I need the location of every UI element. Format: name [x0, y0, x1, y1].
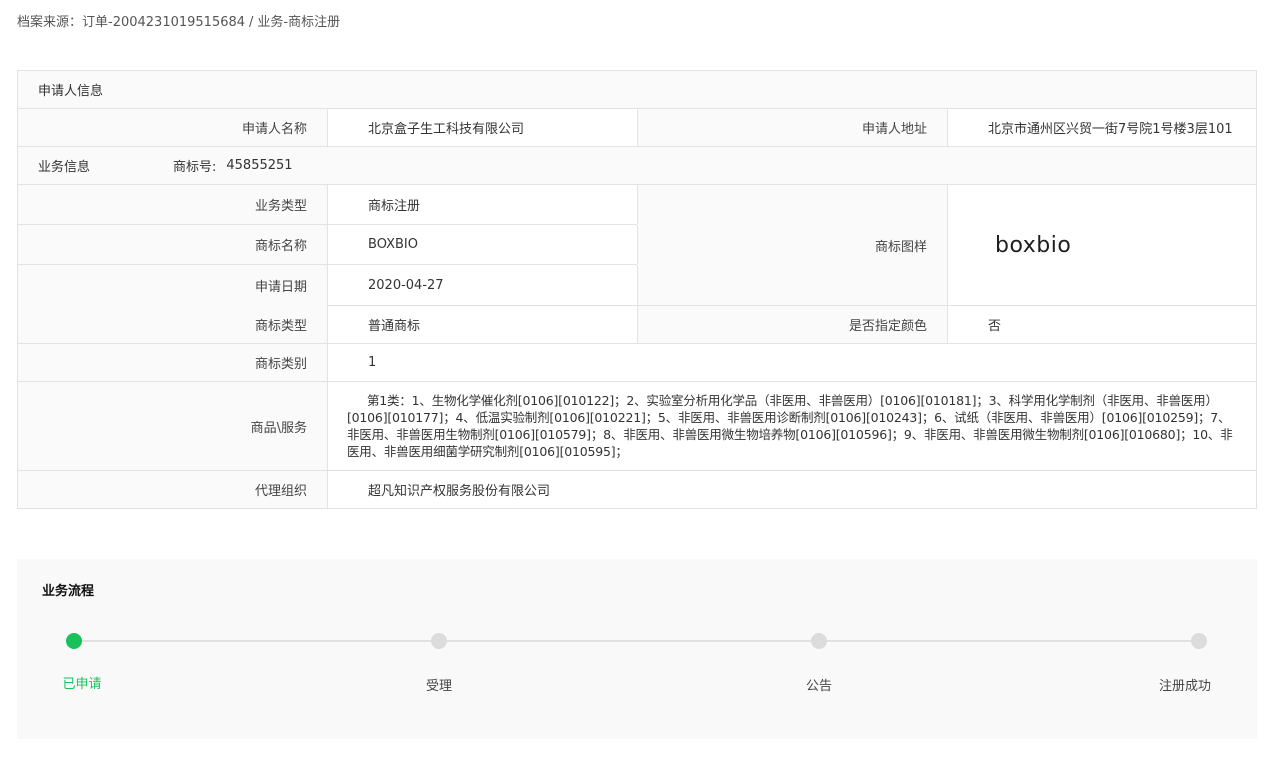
trademark-image-label: 商标图样 [638, 185, 948, 305]
goods-services-value: 第1类：1、生物化学催化剂[0106][010122]；2、实验室分析用化学品（… [347, 393, 1233, 459]
breadcrumb: 档案来源：订单-2004231019515684 /业务-商标注册 [17, 13, 340, 33]
business-process-panel: 业务流程 已申请 受理 公告 注册成功 [17, 559, 1257, 739]
goods-services-row: 商品\服务 第1类：1、生物化学催化剂[0106][010122]；2、实验室分… [18, 382, 1256, 471]
breadcrumb-order[interactable]: 档案来源：订单-2004231019515684 [17, 15, 245, 30]
process-track [74, 640, 1200, 642]
applicant-name-label: 申请人名称 [18, 109, 328, 146]
step-dot-accepted [431, 633, 447, 649]
trademark-number-label: 商标号: [173, 160, 217, 175]
goods-services-label: 商品\服务 [18, 382, 328, 470]
agent-row: 代理组织 超凡知识产权服务股份有限公司 [18, 471, 1256, 508]
trademark-number-value: 45855251 [226, 158, 293, 173]
info-table: 申请人信息 申请人名称 北京盒子生工科技有限公司 申请人地址 北京市通州区兴贸一… [17, 70, 1257, 509]
step-label-accepted: 受理 [425, 679, 452, 694]
process-title: 业务流程 [42, 584, 95, 599]
applicant-section-title: 申请人信息 [38, 84, 104, 99]
trademark-kind-label: 商标类型 [18, 306, 328, 343]
trademark-category-value: 1 [368, 355, 377, 370]
step-label-registered: 注册成功 [1158, 679, 1211, 694]
breadcrumb-business: 业务-商标注册 [257, 15, 341, 30]
trademark-kind-row: 商标类型 普通商标 是否指定颜色 否 [18, 306, 1256, 344]
business-type-label: 业务类型 [18, 185, 328, 224]
breadcrumb-separator: / [249, 15, 254, 30]
business-type-value: 商标注册 [328, 185, 638, 224]
applicant-address-label: 申请人地址 [638, 109, 948, 146]
apply-date-row: 申请日期 2020-04-27 [18, 265, 638, 306]
agent-value: 超凡知识产权服务股份有限公司 [368, 484, 551, 499]
apply-date-label: 申请日期 [18, 265, 328, 306]
color-specified-value: 否 [988, 319, 1002, 334]
trademark-logo-image: boxbio [948, 185, 1256, 305]
step-label-applied: 已申请 [62, 677, 102, 692]
step-label-announced: 公告 [805, 679, 832, 694]
trademark-kind-value: 普通商标 [328, 306, 638, 343]
applicant-section-header: 申请人信息 [18, 71, 1256, 109]
trademark-name-row: 商标名称 BOXBIO [18, 225, 638, 265]
step-dot-announced [811, 633, 827, 649]
applicant-name-value: 北京盒子生工科技有限公司 [328, 109, 638, 146]
applicant-address-value: 北京市通州区兴贸一街7号院1号楼3层101 [988, 122, 1233, 137]
business-type-row: 业务类型 商标注册 [18, 185, 638, 225]
color-specified-label: 是否指定颜色 [638, 306, 948, 343]
apply-date-value: 2020-04-27 [328, 265, 638, 306]
step-dot-applied [66, 633, 82, 649]
business-block: 业务类型 商标注册 商标名称 BOXBIO 申请日期 2020-04-27 商标… [18, 185, 1256, 306]
step-dot-registered [1191, 633, 1207, 649]
agent-label: 代理组织 [18, 471, 328, 508]
business-section-title: 业务信息 [38, 160, 91, 175]
trademark-name-label: 商标名称 [18, 225, 328, 264]
trademark-category-row: 商标类别 1 [18, 344, 1256, 382]
applicant-row: 申请人名称 北京盒子生工科技有限公司 申请人地址 北京市通州区兴贸一街7号院1号… [18, 109, 1256, 147]
boxbio-logo: boxbio [995, 232, 1072, 258]
trademark-category-label: 商标类别 [18, 344, 328, 381]
trademark-name-value: BOXBIO [328, 225, 638, 264]
business-section-header: 业务信息 商标号: 45855251 [18, 147, 1256, 185]
